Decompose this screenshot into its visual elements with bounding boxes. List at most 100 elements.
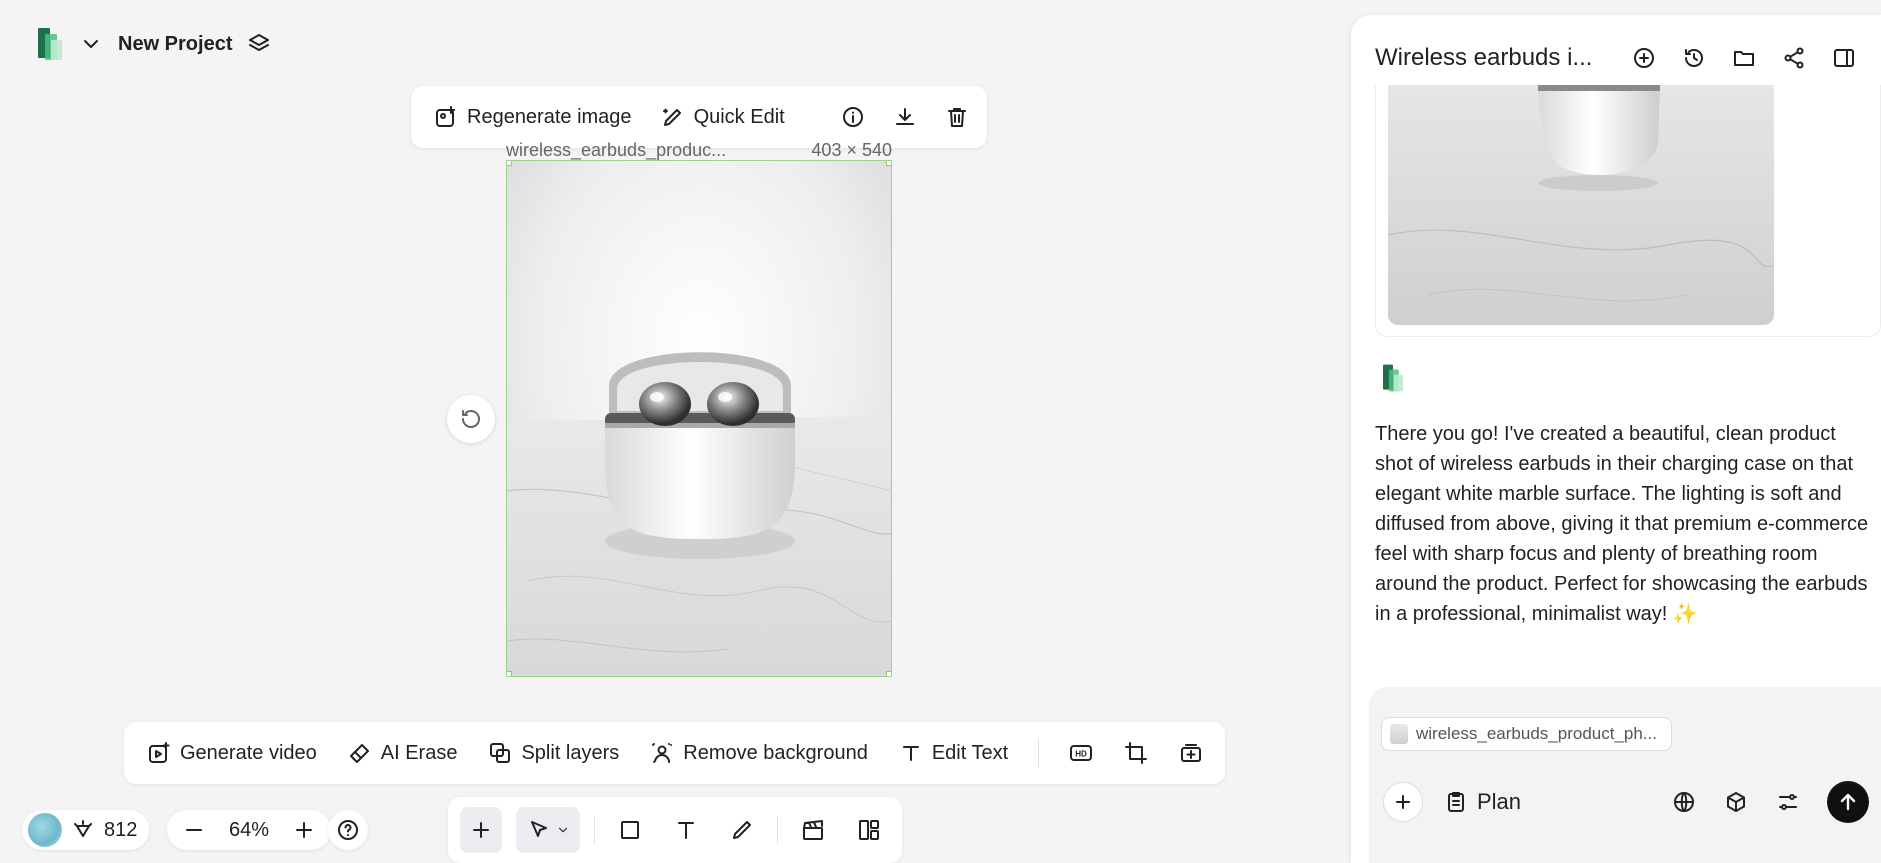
storyboard-tool-button[interactable] [792,807,834,853]
rotate-button[interactable] [447,395,495,443]
image-toolbar: Regenerate image Quick Edit [411,86,987,148]
expand-image-icon[interactable] [1178,740,1203,766]
ai-erase-button[interactable]: AI Erase [347,740,458,766]
plus-icon [1390,789,1416,815]
attachment-thumbnail [1390,724,1408,744]
toggle-panel-icon[interactable] [1831,45,1857,71]
download-icon[interactable] [893,104,917,130]
cursor-icon [526,817,552,843]
layout-tool-button[interactable] [848,807,890,853]
image-label: wireless_earbuds_produc... 403 × 540 [506,140,892,161]
new-chat-icon[interactable] [1631,45,1657,71]
regenerate-image-button[interactable]: Regenerate image [433,104,632,130]
ai-erase-label: AI Erase [380,741,458,764]
help-button[interactable] [328,810,368,850]
earbuds-product-image [507,161,891,676]
plus-icon [468,817,494,843]
remove-background-button[interactable]: Remove background [649,740,868,766]
split-layers-button[interactable]: Split layers [487,740,619,766]
edit-text-label: Edit Text [931,741,1009,764]
attachment-chip[interactable]: wireless_earbuds_product_ph... [1381,717,1672,751]
plan-label: Plan [1477,789,1522,814]
trash-icon[interactable] [945,104,969,130]
folder-icon[interactable] [1731,45,1757,71]
regenerate-icon [433,104,459,130]
zoom-out-icon[interactable] [181,817,207,843]
plan-mode-button[interactable]: Plan [1443,789,1521,815]
credits-count: 812 [104,818,138,841]
share-icon[interactable] [1781,45,1807,71]
add-tool-button[interactable] [460,807,503,853]
composer-toolbar: Plan [1383,779,1869,825]
chevron-down-icon[interactable] [78,31,104,57]
generate-video-button[interactable]: Generate video [146,740,317,766]
text-tool-button[interactable] [665,807,707,853]
regenerate-image-label: Regenerate image [467,105,632,128]
zoom-in-icon[interactable] [291,817,317,843]
select-tool-button[interactable] [516,807,580,853]
remove-background-label: Remove background [683,741,868,764]
clipboard-icon [1443,789,1469,815]
person-cutout-icon [649,740,675,766]
text-icon [673,817,699,843]
divider [777,816,778,844]
arrow-up-icon [1835,789,1861,815]
generate-video-label: Generate video [180,741,317,764]
divider [1038,739,1040,767]
rotate-icon [458,406,484,432]
split-layers-label: Split layers [521,741,620,764]
divider [594,816,595,844]
history-icon[interactable] [1681,45,1707,71]
earbuds-preview-image [1388,85,1774,325]
crop-icon[interactable] [1124,740,1149,766]
hd-upscale-icon[interactable]: HD [1069,740,1094,766]
chevron-down-icon [556,817,570,843]
quick-edit-button[interactable]: Quick Edit [660,104,785,130]
layers-icon[interactable] [246,31,272,57]
canvas-image[interactable] [506,160,892,677]
assistant-logo-icon [1381,363,1405,393]
pen-tool-button[interactable] [721,807,763,853]
zoom-control: 64% [167,810,332,850]
attach-button[interactable] [1383,782,1423,822]
chat-title[interactable]: Wireless earbuds i... [1375,44,1607,72]
diamond-credit-icon [70,817,96,843]
image-action-bar: Generate video AI Erase Split layers Rem… [124,722,1225,784]
globe-icon[interactable] [1671,789,1697,815]
clapperboard-icon [800,817,826,843]
layout-icon [856,817,882,843]
edit-text-button[interactable]: Edit Text [898,740,1008,766]
avatar[interactable] [28,813,62,847]
pen-sparkle-icon [660,104,686,130]
generated-image-preview[interactable] [1388,85,1774,325]
image-filename: wireless_earbuds_produc... [506,140,727,160]
assistant-message: There you go! I've created a beautiful, … [1375,423,1869,625]
generated-image-card [1375,85,1881,337]
resize-handle[interactable] [507,161,512,166]
chat-composer: wireless_earbuds_product_ph... Plan [1369,687,1881,863]
chat-panel: Wireless earbuds i... There you go! I've… [1351,15,1881,863]
info-icon[interactable] [841,104,865,130]
chat-panel-header: Wireless earbuds i... [1375,37,1881,79]
send-button[interactable] [1827,781,1869,823]
square-icon [617,817,643,843]
credits-indicator[interactable]: 812 [22,810,150,850]
zoom-level[interactable]: 64% [229,819,269,842]
canvas-tool-bar [448,797,902,863]
app-logo-icon[interactable] [36,26,64,62]
attachment-filename: wireless_earbuds_product_ph... [1416,724,1657,743]
brush-icon [347,740,373,766]
project-bar: New Project [36,24,272,64]
help-icon [335,817,361,843]
image-dimensions: 403 × 540 [811,140,892,160]
text-icon [898,740,924,766]
video-sparkle-icon [146,740,172,766]
pencil-icon [729,817,755,843]
project-name[interactable]: New Project [118,33,232,56]
cube-icon[interactable] [1723,789,1749,815]
split-layers-icon [487,740,513,766]
hd-badge-text: HD [1076,750,1088,759]
settings-sliders-icon[interactable] [1775,789,1801,815]
rectangle-tool-button[interactable] [609,807,651,853]
composer-actions [1671,781,1869,823]
